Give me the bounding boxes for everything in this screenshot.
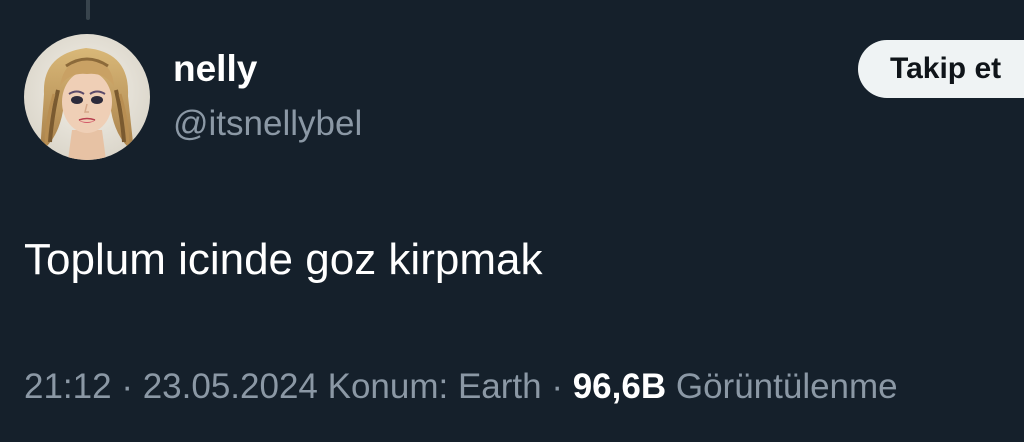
tweet-date[interactable]: 23.05.2024 — [143, 367, 318, 406]
avatar[interactable] — [24, 34, 150, 160]
tweet-card: nelly @itsnellybel Takip et Toplum icind… — [0, 0, 1024, 442]
meta-separator: · — [541, 367, 573, 406]
views-count: 96,6B — [572, 367, 667, 406]
thread-connector-line — [86, 0, 90, 20]
views-label: Görüntülenme — [666, 367, 898, 406]
doll-avatar-icon — [24, 34, 150, 160]
author-display-name[interactable]: nelly — [173, 47, 257, 91]
meta-separator: · — [111, 367, 143, 406]
tweet-meta: 21:12 · 23.05.2024 Konum: Earth · 96,6B … — [24, 364, 898, 410]
tweet-text: Toplum icinde goz kirpmak — [24, 235, 543, 284]
follow-button[interactable]: Takip et — [858, 40, 1024, 98]
tweet-location: Konum: Earth — [327, 367, 542, 406]
tweet-time[interactable]: 21:12 — [24, 367, 112, 406]
tweet-views[interactable]: 96,6B Görüntülenme — [573, 367, 898, 406]
author-handle[interactable]: @itsnellybel — [173, 102, 362, 146]
